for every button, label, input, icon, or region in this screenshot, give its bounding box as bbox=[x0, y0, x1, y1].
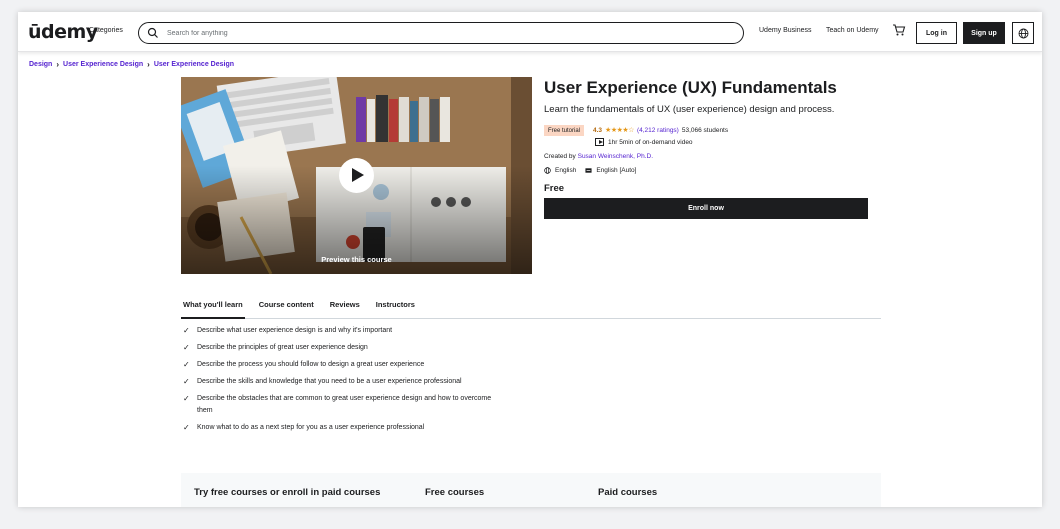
rating-row: 4.3 ★★★★☆ (4,212 ratings) 53,066 student… bbox=[593, 126, 729, 135]
tab-reviews[interactable]: Reviews bbox=[328, 294, 362, 319]
search-input[interactable] bbox=[167, 26, 727, 40]
list-item-text: Describe the process you should follow t… bbox=[197, 361, 425, 368]
free-tutorial-badge: Free tutorial bbox=[544, 125, 585, 136]
browser-page: ūdemy Categories Udemy Business Teach on… bbox=[18, 12, 1042, 507]
check-icon: ✓ bbox=[183, 360, 190, 369]
course-subtitle: Learn the fundamentals of UX (user exper… bbox=[544, 104, 835, 115]
language-button[interactable] bbox=[1012, 22, 1034, 44]
author-link[interactable]: Susan Weinschenk, Ph.D. bbox=[578, 153, 653, 160]
logo-text: ūdemy bbox=[28, 21, 98, 43]
created-by: Created by Susan Weinschenk, Ph.D. bbox=[544, 153, 653, 160]
created-by-label: Created by bbox=[544, 153, 576, 160]
globe-icon bbox=[544, 167, 551, 174]
list-item: ✓ Know what to do as a next step for you … bbox=[183, 422, 503, 434]
students-count: 53,066 students bbox=[681, 126, 729, 134]
rating-value: 4.3 bbox=[593, 126, 603, 134]
free-courses-heading: Free courses bbox=[425, 487, 485, 498]
check-icon: ✓ bbox=[183, 394, 190, 403]
tab-course-content[interactable]: Course content bbox=[257, 294, 316, 319]
breadcrumb-item[interactable]: User Experience Design bbox=[63, 61, 143, 68]
check-icon: ✓ bbox=[183, 343, 190, 352]
list-item-text: Describe the obstacles that are common t… bbox=[197, 395, 492, 414]
cart-icon[interactable] bbox=[892, 23, 906, 37]
chevron-right-icon: › bbox=[56, 60, 60, 69]
ratings-count-link[interactable]: (4,212 ratings) bbox=[637, 127, 679, 134]
list-item-text: Describe the principles of great user ex… bbox=[197, 344, 368, 351]
course-language: English bbox=[555, 167, 577, 174]
udemy-business-link[interactable]: Udemy Business bbox=[759, 27, 812, 34]
course-price: Free bbox=[544, 183, 565, 194]
breadcrumb: Design › User Experience Design › User E… bbox=[29, 60, 234, 69]
options-heading: Try free courses or enroll in paid cours… bbox=[194, 487, 381, 498]
list-item-text: Describe what user experience design is … bbox=[197, 327, 393, 334]
play-icon[interactable] bbox=[339, 158, 374, 193]
signup-button[interactable]: Sign up bbox=[963, 22, 1005, 44]
video-length: 1hr 5min of on-demand video bbox=[608, 138, 693, 146]
paid-courses-heading: Paid courses bbox=[598, 487, 658, 498]
categories-link[interactable]: Categories bbox=[89, 27, 123, 34]
learn-list: ✓ Describe what user experience design is… bbox=[183, 325, 503, 439]
top-nav: ūdemy Categories Udemy Business Teach on… bbox=[18, 12, 1042, 52]
course-captions: English [Auto] bbox=[596, 167, 637, 174]
list-item: ✓ Describe the principles of great user e… bbox=[183, 342, 503, 354]
teach-link[interactable]: Teach on Udemy bbox=[826, 27, 879, 34]
star-rating-icon: ★★★★☆ bbox=[605, 127, 634, 134]
course-preview[interactable]: Preview this course bbox=[181, 77, 532, 274]
list-item-text: Know what to do as a next step for you a… bbox=[197, 424, 425, 431]
globe-icon bbox=[1018, 28, 1028, 38]
breadcrumb-item[interactable]: Design bbox=[29, 61, 52, 68]
language-row: English English [Auto] bbox=[544, 167, 636, 174]
tab-instructors[interactable]: Instructors bbox=[374, 294, 417, 319]
course-tabs: What you'll learn Course content Reviews… bbox=[181, 294, 881, 319]
check-icon: ✓ bbox=[183, 423, 190, 432]
check-icon: ✓ bbox=[183, 377, 190, 386]
search-bar[interactable] bbox=[138, 22, 744, 44]
list-item: ✓ Describe the process you should follow … bbox=[183, 359, 503, 371]
course-title: User Experience (UX) Fundamentals bbox=[544, 78, 837, 97]
chevron-right-icon: › bbox=[147, 60, 150, 69]
video-icon bbox=[595, 138, 604, 146]
list-item: ✓ Describe what user experience design is… bbox=[183, 325, 503, 337]
enroll-button[interactable]: Enroll now bbox=[544, 198, 868, 219]
tab-what-youll-learn[interactable]: What you'll learn bbox=[181, 294, 245, 319]
preview-label[interactable]: Preview this course bbox=[181, 255, 532, 264]
search-icon[interactable] bbox=[147, 27, 159, 39]
list-item: ✓ Describe the obstacles that are common … bbox=[183, 393, 503, 417]
udemy-logo[interactable]: ūdemy bbox=[28, 21, 98, 43]
list-item: ✓ Describe the skills and knowledge that … bbox=[183, 376, 503, 388]
breadcrumb-item[interactable]: User Experience Design bbox=[154, 61, 234, 68]
video-length-row: 1hr 5min of on-demand video bbox=[595, 138, 693, 146]
list-item-text: Describe the skills and knowledge that y… bbox=[197, 378, 462, 385]
captions-icon bbox=[585, 168, 592, 173]
check-icon: ✓ bbox=[183, 326, 190, 335]
login-button[interactable]: Log in bbox=[916, 22, 957, 44]
